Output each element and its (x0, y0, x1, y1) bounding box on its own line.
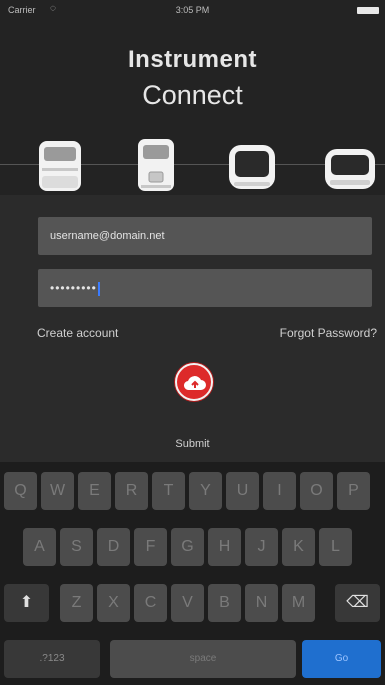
instrument-2-icon (138, 139, 174, 191)
instrument-3-icon (229, 145, 275, 189)
go-key[interactable]: Go (302, 640, 381, 678)
key-c[interactable]: C (134, 584, 167, 622)
key-v[interactable]: V (171, 584, 204, 622)
key-i[interactable]: I (263, 472, 296, 510)
shift-key[interactable]: ⬆ (4, 584, 49, 622)
key-l[interactable]: L (319, 528, 352, 566)
key-e[interactable]: E (78, 472, 111, 510)
key-j[interactable]: J (245, 528, 278, 566)
key-y[interactable]: Y (189, 472, 222, 510)
text-cursor (97, 281, 100, 296)
key-d[interactable]: D (97, 528, 130, 566)
key-b[interactable]: B (208, 584, 241, 622)
key-q[interactable]: Q (4, 472, 37, 510)
app-title-line1: Instrument (127, 46, 257, 73)
key-w[interactable]: W (41, 472, 74, 510)
key-h[interactable]: H (208, 528, 241, 566)
password-field[interactable]: ••••••••• (38, 269, 372, 307)
username-value: username@domain.net (50, 230, 165, 242)
status-bar: Carrier ◌ 3:05 PM (0, 0, 385, 22)
space-key[interactable]: space (110, 640, 296, 678)
password-value: ••••••••• (50, 281, 97, 295)
delete-icon: ⌫ (346, 594, 369, 611)
shift-icon: ⬆ (19, 594, 34, 611)
key-o[interactable]: O (300, 472, 333, 510)
key-k[interactable]: K (282, 528, 315, 566)
battery-icon (357, 7, 379, 14)
instrument-1-icon (39, 141, 81, 191)
key-s[interactable]: S (60, 528, 93, 566)
instrument-4-icon (325, 149, 375, 189)
delete-key[interactable]: ⌫ (335, 584, 380, 622)
key-x[interactable]: X (97, 584, 130, 622)
key-r[interactable]: R (115, 472, 148, 510)
key-t[interactable]: T (152, 472, 185, 510)
instrument-strip (0, 138, 385, 194)
key-p[interactable]: P (337, 472, 370, 510)
login-panel: username@domain.net ••••••••• Create acc… (0, 195, 385, 463)
forgot-password-link[interactable]: Forgot Password? (280, 326, 377, 340)
numbers-key[interactable]: .?123 (4, 640, 100, 678)
submit-button[interactable] (175, 363, 213, 401)
keyboard: Q W E R T Y U I O P A S D F G H J K L ⬆ … (0, 462, 385, 685)
create-account-link[interactable]: Create account (37, 326, 118, 340)
key-z[interactable]: Z (60, 584, 93, 622)
key-g[interactable]: G (171, 528, 204, 566)
status-time: 3:05 PM (175, 5, 210, 15)
username-field[interactable]: username@domain.net (38, 217, 372, 255)
key-n[interactable]: N (245, 584, 278, 622)
submit-label: Submit (175, 438, 210, 450)
phone-screen: Carrier ◌ 3:05 PM Instrument Connect use… (0, 0, 385, 685)
key-f[interactable]: F (134, 528, 167, 566)
cloud-upload-icon (183, 376, 206, 391)
key-m[interactable]: M (282, 584, 315, 622)
key-a[interactable]: A (23, 528, 56, 566)
key-u[interactable]: U (226, 472, 259, 510)
app-title-line2: Connect (142, 80, 243, 110)
